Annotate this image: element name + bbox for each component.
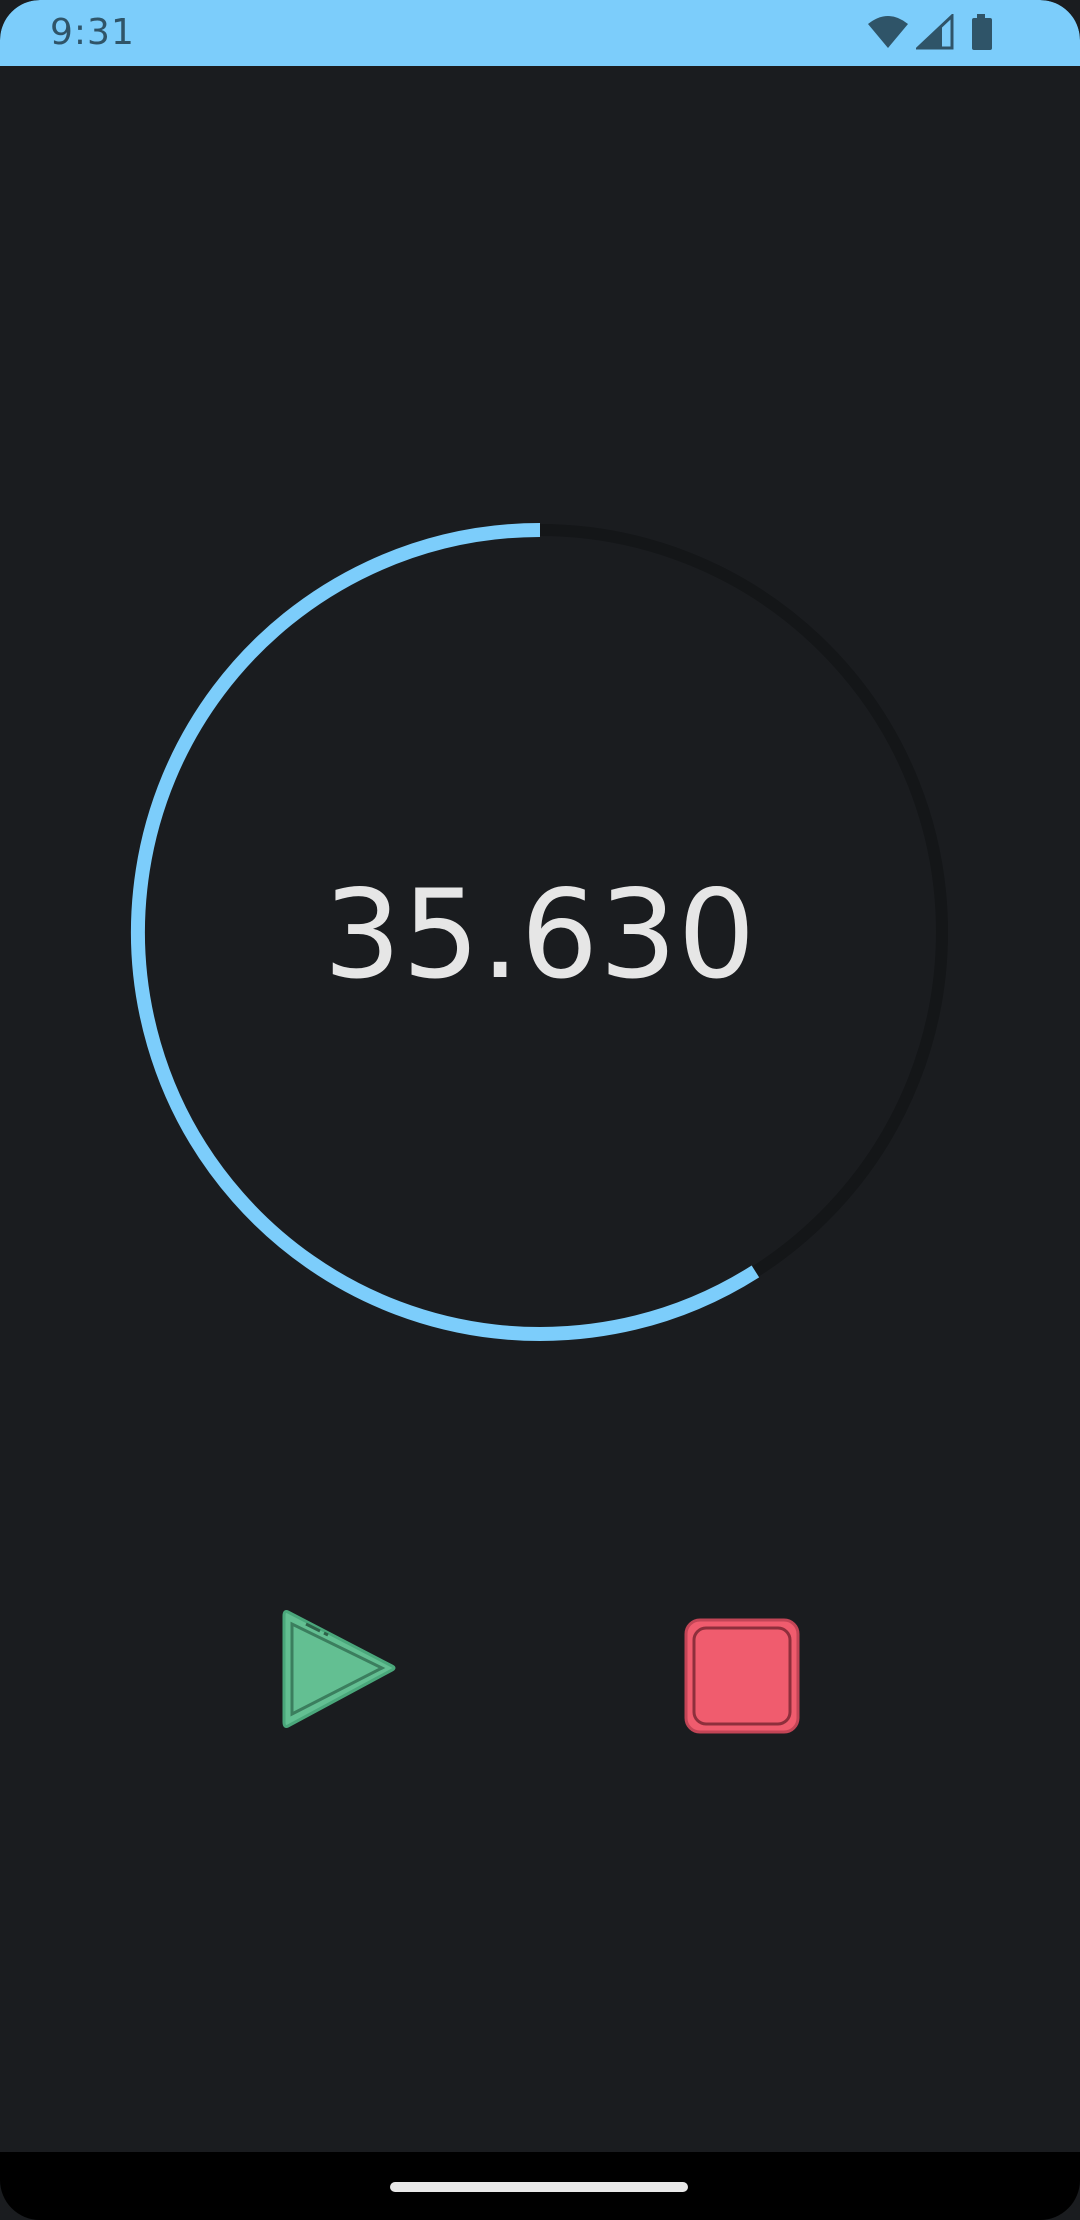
play-button[interactable] xyxy=(276,1604,406,1734)
status-icons xyxy=(866,14,1006,54)
stopwatch-screen: 9:31 35.630 xyxy=(0,0,1080,2220)
home-handle[interactable] xyxy=(390,2182,688,2192)
stop-icon xyxy=(684,1618,800,1734)
status-time: 9:31 xyxy=(50,12,135,53)
stop-button[interactable] xyxy=(680,1614,804,1738)
status-bar: 9:31 xyxy=(0,0,1080,66)
timer-value: 35.630 xyxy=(323,864,757,1006)
play-icon xyxy=(282,1610,396,1728)
battery-icon xyxy=(972,14,992,50)
signal-icon xyxy=(916,14,954,50)
wifi-icon xyxy=(868,16,908,48)
